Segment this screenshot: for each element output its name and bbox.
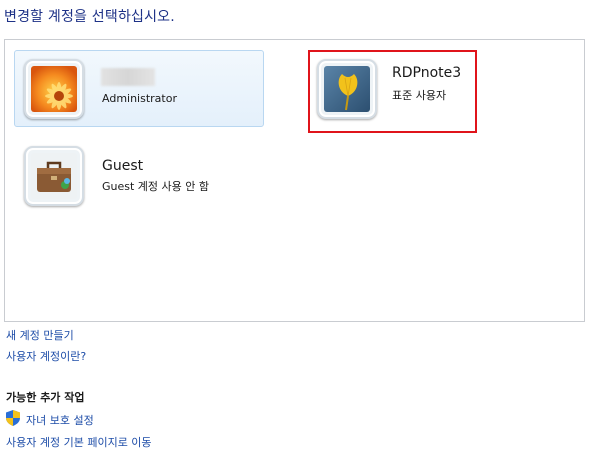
go-main-page-link[interactable]: 사용자 계정 기본 페이지로 이동 (6, 434, 152, 450)
account-guest[interactable]: Guest Guest 계정 사용 안 함 (14, 137, 264, 214)
shield-icon (6, 410, 20, 426)
account-type: 표준 사용자 (392, 89, 447, 102)
account-name-redacted (101, 68, 155, 86)
parental-controls-link[interactable]: 자녀 보호 설정 (26, 412, 94, 428)
what-is-account-link[interactable]: 사용자 계정이란? (6, 348, 86, 364)
page-heading: 변경할 계정을 선택하십시오. (4, 9, 175, 25)
account-name: Guest (102, 158, 144, 174)
account-rdpnote3[interactable]: RDPnote3 표준 사용자 (308, 50, 477, 133)
account-administrator[interactable]: Administrator (14, 50, 264, 127)
additional-tasks-title: 가능한 추가 작업 (6, 391, 85, 404)
briefcase-icon (24, 146, 84, 206)
create-account-link[interactable]: 새 계정 만들기 (6, 327, 74, 343)
orange-flower-icon (24, 59, 84, 119)
account-type: Guest 계정 사용 안 함 (102, 180, 210, 193)
account-name: RDPnote3 (392, 65, 462, 81)
accounts-panel: Administrator RDPnote3 표준 사용자 Guest Gues… (4, 39, 585, 322)
account-type: Administrator (102, 92, 177, 105)
ginkgo-leaf-icon (317, 59, 377, 119)
